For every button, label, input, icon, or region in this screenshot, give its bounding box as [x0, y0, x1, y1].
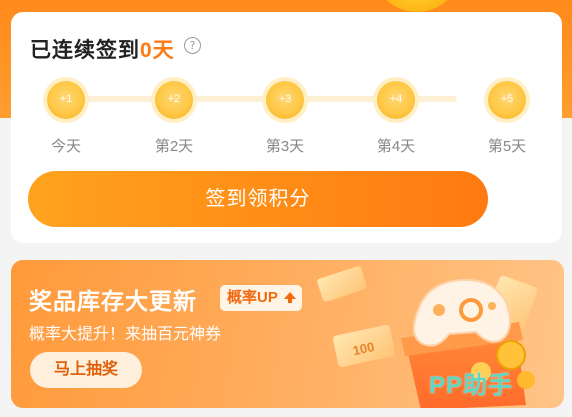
- coin-icon: +3: [266, 81, 304, 119]
- help-icon[interactable]: ?: [184, 37, 201, 54]
- sign-in-button[interactable]: 签到领积分: [28, 171, 488, 227]
- coin-icon: +4: [377, 81, 415, 119]
- day-label: 今天: [50, 138, 81, 155]
- streak-title: 已连续签到0天: [30, 34, 175, 64]
- controller-button-icon: [488, 302, 496, 310]
- coin-decoration: [372, 0, 462, 12]
- probability-badge: 概率UP: [220, 285, 302, 311]
- coin-decoration: [517, 371, 535, 389]
- day-item-1[interactable]: +1 今天: [30, 81, 102, 156]
- banner-subtitle: 概率大提升！来抽百元神券: [29, 326, 222, 343]
- day-item-4[interactable]: +4 第4天: [360, 81, 432, 156]
- day-label: 第5天: [487, 138, 527, 155]
- day-reward: +3: [278, 93, 292, 105]
- draw-now-button[interactable]: 马上抽奖: [30, 352, 142, 388]
- coin-icon: +5: [488, 81, 526, 119]
- streak-count: 0天: [140, 39, 175, 62]
- day-reward: +2: [167, 93, 181, 105]
- pp-assistant-watermark: PP助手: [429, 372, 514, 399]
- day-reward: +1: [59, 93, 73, 105]
- day-item-3[interactable]: +3 第3天: [249, 81, 321, 156]
- day-reward: +5: [500, 93, 514, 105]
- coin-icon: +1: [47, 81, 85, 119]
- day-reward: +4: [389, 93, 403, 105]
- controller-button-icon: [433, 304, 445, 316]
- coin-icon: +2: [155, 81, 193, 119]
- sign-in-card: 已连续签到0天 ? +1 今天 +2 第2天 +3 第3天 +4 第4天 +5 …: [11, 12, 562, 243]
- day-label: 第2天: [154, 138, 194, 155]
- day-label: 第4天: [376, 138, 416, 155]
- arrow-up-icon: [283, 292, 296, 303]
- day-item-2[interactable]: +2 第2天: [138, 81, 210, 156]
- streak-title-prefix: 已连续签到: [30, 39, 140, 62]
- probability-badge-label: 概率UP: [227, 289, 278, 306]
- day-item-5[interactable]: +5 第5天: [471, 81, 543, 156]
- day-label: 第3天: [265, 138, 305, 155]
- banner-title: 奖品库存大更新: [29, 288, 197, 314]
- coupon-decoration: [317, 266, 367, 302]
